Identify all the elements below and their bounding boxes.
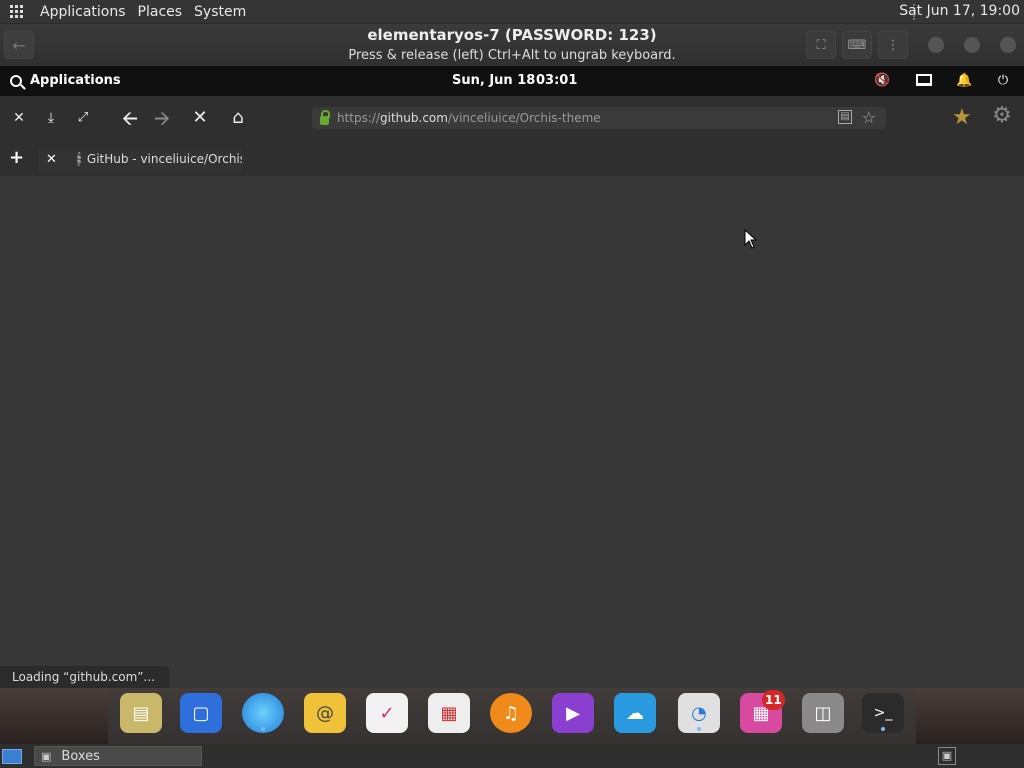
boxes-app-icon: ▣ — [41, 749, 52, 763]
host-taskbar: ▣ Boxes ▣ — [0, 744, 1024, 768]
menu-system[interactable]: System — [188, 4, 252, 20]
display-icon[interactable] — [916, 74, 932, 86]
update-count-badge: 11 — [762, 690, 785, 710]
lock-icon — [320, 109, 330, 125]
loading-spinner-icon — [76, 152, 81, 166]
bookmark-star-icon[interactable]: ☆ — [862, 108, 876, 127]
back-arrow-icon[interactable]: 🡨 — [118, 108, 142, 128]
unfullscreen-icon[interactable]: ⤢ — [76, 108, 90, 128]
settings-gear-icon[interactable]: ⚙ — [990, 103, 1014, 128]
download-icon[interactable]: ⤓ — [44, 108, 58, 128]
boxes-headerbar: ← elementaryos-7 (PASSWORD: 123) Press &… — [0, 24, 1024, 66]
guest-date[interactable]: Sun, Jun 18 — [452, 73, 535, 88]
minimize-button[interactable] — [928, 37, 944, 53]
keyboard-icon: ⌨ — [847, 37, 867, 53]
appcenter-icon[interactable]: ▦ 11 — [740, 690, 785, 733]
guest-panel: Applications Sun, Jun 18 03:01 🔇 🔔 ⏻ — [0, 66, 1024, 96]
bookmarks-icon[interactable]: ★ — [952, 105, 972, 130]
guest-time[interactable]: 03:01 — [536, 73, 577, 88]
menu-places[interactable]: Places — [132, 4, 189, 20]
vertical-dots-icon: ⋮ — [886, 37, 900, 53]
tab-title: GitHub - vinceliuice/Orchis-theme — [86, 152, 242, 166]
power-icon[interactable]: ⏻ — [995, 73, 1011, 89]
photos-icon[interactable]: ☁ — [614, 693, 656, 733]
search-icon — [10, 74, 22, 87]
stop-icon[interactable]: ✕ — [190, 108, 210, 128]
guest-applications-label: Applications — [30, 73, 121, 88]
home-icon[interactable]: ⌂ — [227, 108, 249, 128]
tasks-icon[interactable]: ✓ — [366, 693, 408, 733]
mail-icon[interactable]: @ — [304, 693, 346, 733]
trash-icon[interactable]: ◫ — [802, 693, 844, 733]
settings-icon[interactable]: ◔ — [678, 693, 720, 733]
close-tab-icon[interactable]: ✕ — [12, 108, 26, 128]
fullscreen-button[interactable]: ⛶ — [806, 31, 836, 59]
task-label: Boxes — [61, 748, 100, 764]
taskbar-item-boxes[interactable]: ▣ Boxes — [34, 746, 202, 766]
tab-bar: + ✕ GitHub - vinceliuice/Orchis-theme — [0, 140, 1024, 176]
web-browser-icon[interactable] — [242, 693, 284, 733]
keyboard-button[interactable]: ⌨ — [842, 31, 872, 59]
apps-grid-icon[interactable] — [10, 4, 24, 19]
terminal-icon[interactable]: >_ — [862, 693, 904, 733]
notifications-bell-icon[interactable]: 🔔 — [956, 73, 972, 89]
tab-github[interactable]: ✕ GitHub - vinceliuice/Orchis-theme — [38, 148, 242, 170]
maximize-button[interactable] — [964, 37, 980, 53]
workspace-switcher-icon[interactable]: ▣ — [938, 747, 956, 765]
menu-applications[interactable]: Applications — [34, 4, 132, 20]
reader-mode-icon[interactable]: ▤ — [838, 110, 852, 124]
calendar-icon[interactable]: ▦ — [428, 693, 470, 733]
close-window-button[interactable] — [1000, 37, 1016, 53]
videos-icon[interactable]: ▶ — [552, 693, 594, 733]
sound-muted-icon[interactable]: 🔇 — [874, 73, 890, 89]
forward-arrow-icon[interactable]: 🡪 — [150, 108, 174, 128]
url-path: /vinceliuice/Orchis-theme — [447, 111, 601, 125]
menu-button[interactable]: ⋮ — [878, 31, 908, 59]
host-clock[interactable]: Sat Jun 17, 19:00 — [899, 3, 1020, 19]
show-desktop-icon[interactable] — [2, 749, 22, 764]
status-text: Loading “github.com”... — [0, 666, 169, 688]
close-icon[interactable]: ✕ — [46, 152, 57, 167]
fullscreen-icon: ⛶ — [816, 37, 826, 53]
url-scheme: https:// — [337, 111, 381, 125]
dock: ▤ ▢ @ ✓ ▦ ♫ ▶ ☁ ◔ ▦ 11 ◫ >_ — [108, 688, 916, 744]
screen: Applications Places System Sat Jun 17, 1… — [0, 0, 1024, 768]
new-tab-plus-icon[interactable]: + — [9, 147, 24, 168]
host-top-panel: Applications Places System Sat Jun 17, 1… — [0, 0, 1024, 24]
page-content[interactable] — [0, 176, 1024, 688]
url-host: github.com — [380, 111, 448, 125]
multitasking-icon[interactable]: ▢ — [180, 693, 222, 733]
music-icon[interactable]: ♫ — [490, 693, 532, 733]
guest-applications-menu[interactable]: Applications — [10, 73, 121, 88]
files-icon[interactable]: ▤ — [120, 693, 162, 733]
url-bar[interactable]: https://github.com/vinceliuice/Orchis-th… — [312, 107, 886, 129]
